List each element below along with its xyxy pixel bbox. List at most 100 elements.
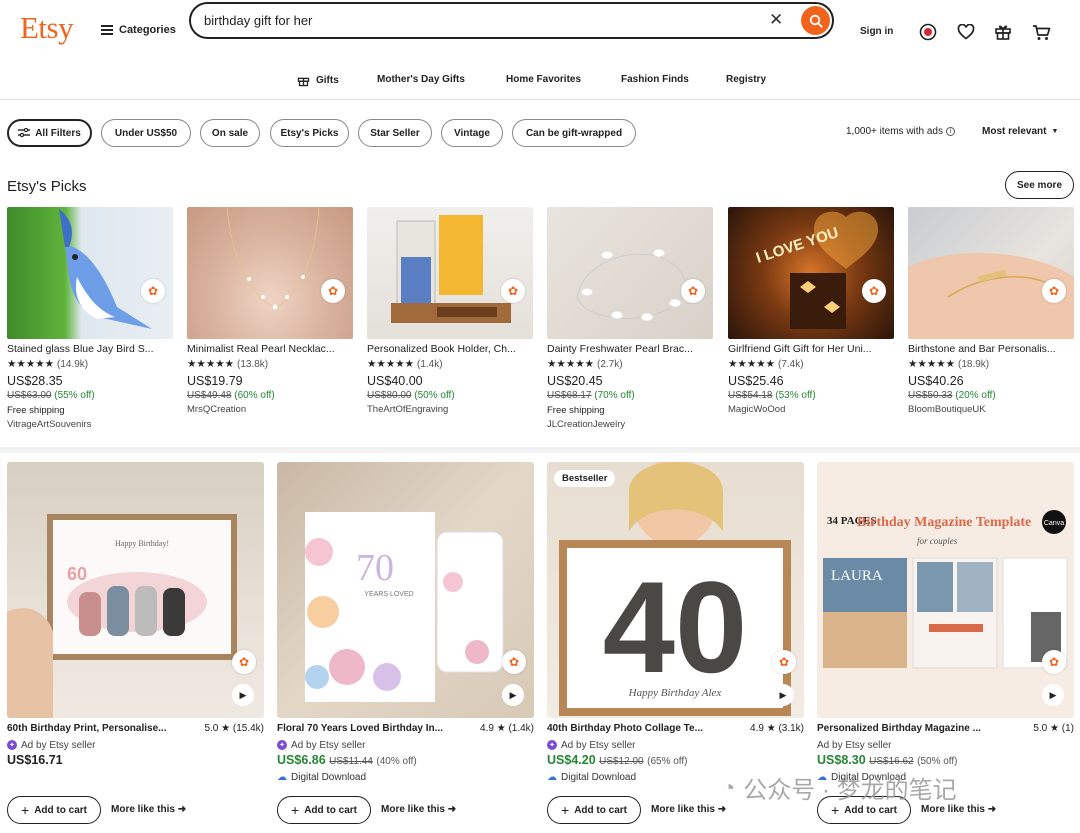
shop-name[interactable]: VitrageArtSouvenirs	[7, 419, 173, 433]
gift-icon[interactable]	[993, 22, 1013, 42]
filter-etsys-picks[interactable]: Etsy's Picks	[270, 119, 349, 147]
sign-in-link[interactable]: Sign in	[860, 26, 893, 37]
product-image-magazine-template[interactable]: 34 PAGES Birthday Magazine Template for …	[817, 462, 1074, 718]
nav-fashion-finds[interactable]: Fashion Finds	[621, 74, 689, 85]
play-video-icon[interactable]: ▶	[502, 684, 524, 706]
search-input[interactable]	[204, 13, 764, 28]
ad-by-label: Ad by Etsy seller	[561, 739, 636, 751]
product-title[interactable]: Birthstone and Bar Personalis...	[908, 343, 1074, 356]
product-discount: US$50.33 (20% off)	[908, 390, 1074, 404]
product-card[interactable]: ✿ Birthstone and Bar Personalis... ★★★★★…	[908, 207, 1074, 418]
shop-name[interactable]: TheArtOfEngraving	[367, 404, 533, 418]
shop-name[interactable]: MagicWoOod	[728, 404, 894, 418]
sort-dropdown[interactable]: Most relevant ▼	[982, 126, 1058, 137]
free-shipping: Free shipping	[7, 405, 65, 416]
filter-on-sale[interactable]: On sale	[200, 119, 260, 147]
all-filters-button[interactable]: All Filters	[7, 119, 92, 147]
product-card[interactable]: ✿ Dainty Freshwater Pearl Brac... ★★★★★ …	[547, 207, 713, 433]
deals-icon[interactable]	[918, 22, 938, 42]
search-icon	[809, 14, 823, 28]
product-title[interactable]: 60th Birthday Print, Personalise...	[7, 723, 167, 736]
product-image-bar-bracelet[interactable]: ✿	[908, 207, 1074, 339]
ad-product-card[interactable]: 70 YEARS LOVED ✿ ▶ Floral 70 Years Loved…	[277, 462, 534, 784]
search-button[interactable]	[801, 6, 830, 35]
more-like-this-link[interactable]: More like this ➜	[651, 804, 726, 815]
shop-name[interactable]: MrsQCreation	[187, 404, 353, 418]
product-image-floral-invite[interactable]: 70 YEARS LOVED ✿ ▶	[277, 462, 534, 718]
nav-home-favorites[interactable]: Home Favorites	[506, 74, 581, 85]
product-rating: 4.9 ★ (1.4k)	[480, 723, 534, 734]
play-video-icon[interactable]: ▶	[232, 684, 254, 706]
product-discount: US$54.18 (53% off)	[728, 390, 894, 404]
product-card[interactable]: I LOVE YOU ✿ Girlfriend Gift Gift for He…	[728, 207, 894, 418]
clear-icon[interactable]: ✕	[769, 10, 783, 30]
original-price: US$16.62	[869, 756, 914, 767]
product-image-60th-print[interactable]: Happy Birthday! 60 ✿ ▶	[7, 462, 264, 718]
product-title[interactable]: Personalized Book Holder, Ch...	[367, 343, 533, 356]
ad-product-card[interactable]: 34 PAGES Birthday Magazine Template for …	[817, 462, 1074, 784]
filter-under-50[interactable]: Under US$50	[101, 119, 191, 147]
shop-name[interactable]: JLCreationJewelry	[547, 419, 713, 433]
product-image-pearl-bracelet[interactable]: ✿	[547, 207, 713, 339]
nav-gifts[interactable]: Gifts	[297, 74, 339, 87]
product-card[interactable]: ✿ Stained glass Blue Jay Bird S... ★★★★★…	[7, 207, 173, 433]
ad-product-card[interactable]: 40 Happy Birthday Alex Bestseller ✿ ▶ 40…	[547, 462, 804, 784]
add-to-cart-button[interactable]: + Add to cart	[547, 796, 641, 824]
etsy-logo[interactable]: Etsy	[20, 10, 74, 46]
product-image-lamp-cube[interactable]: I LOVE YOU ✿	[728, 207, 894, 339]
shop-name[interactable]: BloomBoutiqueUK	[908, 404, 1074, 418]
product-image-blue-jay[interactable]: ✿	[7, 207, 173, 339]
product-price: US$20.45	[547, 374, 603, 388]
product-title[interactable]: Personalized Birthday Magazine ...	[817, 723, 981, 736]
discount-percent: (50% off)	[414, 390, 455, 401]
play-video-icon[interactable]: ▶	[772, 684, 794, 706]
magazine-cover-name: LAURA	[831, 568, 883, 584]
see-more-button[interactable]: See more	[1005, 171, 1074, 199]
star-seller-badge-icon: ✿	[772, 650, 796, 674]
invite-subtitle: YEARS LOVED	[364, 591, 413, 598]
wechat-icon: ◔	[722, 774, 736, 800]
product-title[interactable]: 40th Birthday Photo Collage Te...	[547, 723, 703, 736]
play-video-icon[interactable]: ▶	[1042, 684, 1064, 706]
filter-gift-wrapped[interactable]: Can be gift-wrapped	[512, 119, 636, 147]
product-card[interactable]: ✿ Personalized Book Holder, Ch... ★★★★★ …	[367, 207, 533, 418]
ad-title-row: 40th Birthday Photo Collage Te... 4.9 ★ (…	[547, 723, 804, 736]
product-image-book-holder[interactable]: ✿	[367, 207, 533, 339]
product-image-40th-collage[interactable]: 40 Happy Birthday Alex Bestseller ✿ ▶	[547, 462, 804, 718]
categories-button[interactable]: Categories	[101, 24, 176, 36]
star-seller-icon: ✦	[547, 740, 557, 750]
star-seller-badge-icon: ✿	[681, 279, 705, 303]
magazine-subtitle: for couples	[917, 536, 958, 546]
original-price: US$68.17	[547, 390, 592, 401]
product-title[interactable]: Girlfriend Gift Gift for Her Uni...	[728, 343, 894, 356]
add-to-cart-button[interactable]: + Add to cart	[277, 796, 371, 824]
favorites-heart-icon[interactable]	[956, 22, 976, 42]
ad-title-row: 60th Birthday Print, Personalise... 5.0 ★…	[7, 723, 264, 736]
product-price: US$4.20	[547, 753, 596, 767]
search-bar[interactable]: ✕	[189, 2, 834, 39]
magazine-title: Birthday Magazine Template	[857, 515, 1031, 530]
filter-vintage[interactable]: Vintage	[441, 119, 503, 147]
product-title[interactable]: Minimalist Real Pearl Necklac...	[187, 343, 353, 356]
digital-download: ☁ Digital Download	[277, 770, 534, 784]
product-price-row: US$4.20 US$12.00 (65% off)	[547, 753, 804, 769]
nav-mothers-day[interactable]: Mother's Day Gifts	[377, 74, 465, 85]
product-title[interactable]: Dainty Freshwater Pearl Brac...	[547, 343, 713, 356]
add-to-cart-button[interactable]: + Add to cart	[7, 796, 101, 824]
product-card[interactable]: ✿ Minimalist Real Pearl Necklac... ★★★★★…	[187, 207, 353, 418]
bracelet-illustration	[576, 248, 688, 322]
product-title[interactable]: Stained glass Blue Jay Bird S...	[7, 343, 173, 356]
arrow-right-icon: ➜	[447, 804, 457, 815]
more-like-this-link[interactable]: More like this ➜	[921, 804, 996, 815]
ad-product-card[interactable]: Happy Birthday! 60 ✿ ▶ 60th Birthday Pri…	[7, 462, 264, 769]
product-title[interactable]: Floral 70 Years Loved Birthday In...	[277, 723, 443, 736]
star-seller-icon: ✦	[277, 740, 287, 750]
nav-registry[interactable]: Registry	[726, 74, 766, 85]
more-like-this-link[interactable]: More like this ➜	[111, 804, 186, 815]
info-icon[interactable]: i	[946, 127, 955, 136]
product-image-pearl-necklace[interactable]: ✿	[187, 207, 353, 339]
collage-number: 40	[603, 554, 748, 700]
more-like-this-link[interactable]: More like this ➜	[381, 804, 456, 815]
cart-icon[interactable]	[1031, 22, 1051, 42]
filter-star-seller[interactable]: Star Seller	[358, 119, 432, 147]
